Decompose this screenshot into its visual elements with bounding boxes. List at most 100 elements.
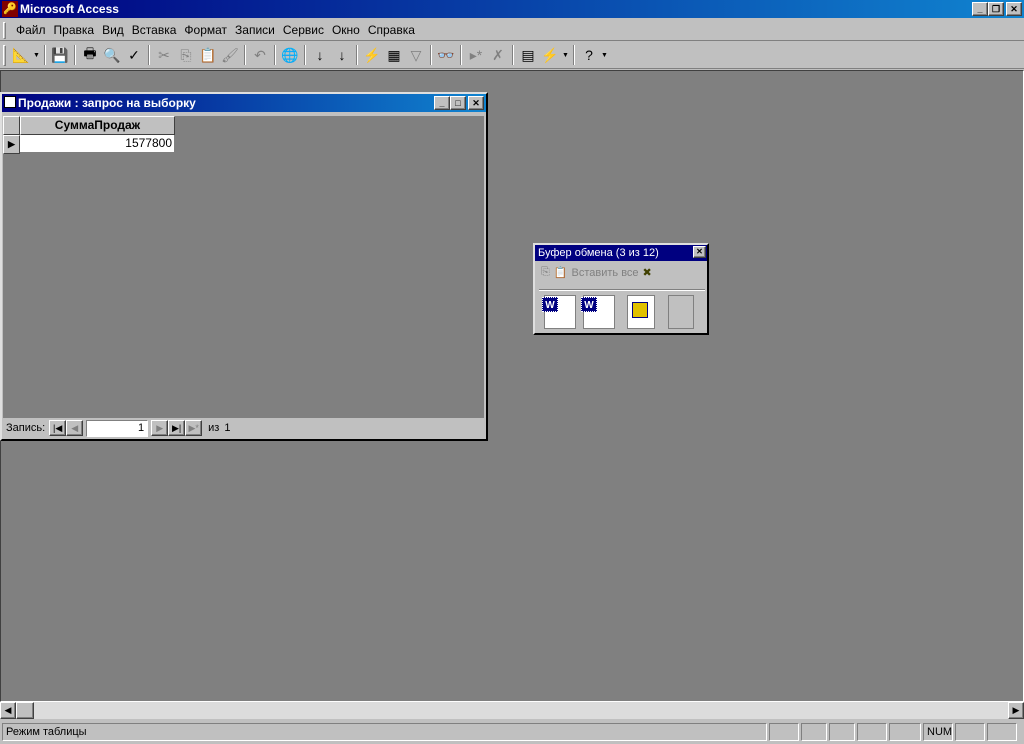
scroll-thumb[interactable]: [16, 702, 34, 719]
sort-descending-button[interactable]: ↓: [331, 44, 353, 66]
clipboard-title: Буфер обмена (3 из 12): [538, 247, 659, 259]
menu-grip[interactable]: [3, 22, 6, 39]
find-button[interactable]: 👓: [435, 44, 457, 66]
access-key-icon: 🔑: [2, 1, 18, 17]
menu-item-7[interactable]: Окно: [328, 23, 364, 37]
query-maximize-button[interactable]: □: [450, 96, 466, 110]
delete-record-button[interactable]: ✗: [487, 44, 509, 66]
last-record-button[interactable]: ▶|: [168, 420, 186, 436]
spelling-icon: ✓: [128, 46, 140, 63]
database-window-button[interactable]: ▤: [517, 44, 539, 66]
record-number-input[interactable]: 1: [86, 419, 149, 437]
close-button[interactable]: ✕: [1006, 2, 1022, 16]
dropdown-arrow-icon[interactable]: ▼: [561, 52, 570, 59]
toolbar-separator: [274, 45, 276, 65]
menu-item-8[interactable]: Справка: [364, 23, 419, 37]
record-total: 1: [224, 422, 231, 434]
clipboard-item-word[interactable]: W: [542, 295, 576, 329]
find-icon: 👓: [437, 46, 455, 63]
clipboard-close-button[interactable]: ✕: [693, 246, 706, 258]
previous-record-button[interactable]: ◀: [66, 420, 84, 436]
status-text: Режим таблицы: [2, 723, 767, 741]
restore-button[interactable]: ❐: [988, 2, 1004, 16]
menu-item-4[interactable]: Формат: [180, 23, 231, 37]
cut-icon: ✂: [158, 46, 170, 63]
copy-icon[interactable]: ⎘: [541, 266, 550, 279]
help-button[interactable]: ?: [578, 44, 600, 66]
select-all-corner[interactable]: [3, 116, 20, 135]
clear-clipboard-icon[interactable]: ✖: [643, 266, 652, 279]
toolbar-separator: [430, 45, 432, 65]
print-preview-icon: 🔍: [103, 46, 121, 63]
scroll-left-button[interactable]: ◀: [0, 702, 16, 719]
print-button[interactable]: 🖶: [79, 44, 101, 66]
minimize-button[interactable]: _: [972, 2, 988, 16]
hyperlink-icon: 🌐: [281, 46, 299, 63]
menu-item-1[interactable]: Правка: [50, 23, 99, 37]
query-window-title: Продажи : запрос на выборку: [18, 96, 196, 110]
next-record-button[interactable]: ▶: [151, 420, 169, 436]
help-icon: ?: [585, 47, 593, 63]
save-button[interactable]: 💾: [49, 44, 71, 66]
apply-filter-button[interactable]: ▽: [405, 44, 427, 66]
undo-button[interactable]: ↶: [249, 44, 271, 66]
sort-descending-icon: ↓: [338, 47, 346, 63]
status-bar: Режим таблицы NUM: [0, 721, 1024, 743]
new-record-button[interactable]: ▶*: [185, 420, 203, 436]
menu-item-6[interactable]: Сервис: [279, 23, 328, 37]
clipboard-item-access[interactable]: [627, 295, 655, 329]
status-pane: [955, 723, 985, 741]
status-pane: [889, 723, 921, 741]
save-icon: 💾: [51, 46, 69, 63]
menu-item-2[interactable]: Вид: [98, 23, 128, 37]
status-pane: [987, 723, 1017, 741]
record-navigation: Запись: |◀ ◀ 1 ▶ ▶| ▶* из 1: [3, 418, 484, 438]
undo-icon: ↶: [254, 46, 266, 63]
record-selector[interactable]: ▶: [3, 135, 20, 154]
dropdown-arrow-icon[interactable]: ▼: [600, 52, 609, 59]
status-pane: [857, 723, 887, 741]
delete-record-icon: ✗: [492, 46, 504, 63]
format-painter-icon: 🖌: [221, 46, 239, 63]
horizontal-scrollbar[interactable]: ◀ ▶: [0, 702, 1024, 719]
cut-button[interactable]: ✂: [153, 44, 175, 66]
query-close-button[interactable]: ✕: [468, 96, 484, 110]
toolbar-separator: [573, 45, 575, 65]
paste-icon: 📋: [199, 46, 217, 63]
new-object-button[interactable]: ⚡: [539, 44, 561, 66]
print-icon: 🖶: [83, 45, 97, 61]
dropdown-arrow-icon[interactable]: ▼: [32, 52, 41, 59]
sort-ascending-button[interactable]: ↓: [309, 44, 331, 66]
format-painter-button[interactable]: 🖌: [219, 44, 241, 66]
copy-button[interactable]: ⎘: [175, 44, 197, 66]
filter-by-form-button[interactable]: ▦: [383, 44, 405, 66]
status-pane: [769, 723, 799, 741]
first-record-button[interactable]: |◀: [49, 420, 67, 436]
menu-item-3[interactable]: Вставка: [128, 23, 181, 37]
print-preview-button[interactable]: 🔍: [101, 44, 123, 66]
clipboard-divider: [539, 289, 705, 291]
query-minimize-button[interactable]: _: [434, 96, 450, 110]
clipboard-item-word[interactable]: W: [581, 295, 615, 329]
filter-by-selection-button[interactable]: ⚡: [361, 44, 383, 66]
scroll-right-button[interactable]: ▶: [1008, 702, 1024, 719]
design-view-button[interactable]: 📐: [10, 44, 32, 66]
new-record-button[interactable]: ▸*: [465, 44, 487, 66]
new-record-icon: ▸*: [469, 46, 483, 63]
menu-item-0[interactable]: Файл: [12, 23, 50, 37]
toolbar-separator: [244, 45, 246, 65]
toolbar-separator: [148, 45, 150, 65]
copy-icon: ⎘: [180, 46, 192, 63]
menu-item-5[interactable]: Записи: [231, 23, 279, 37]
column-header[interactable]: СуммаПродаж: [20, 116, 175, 135]
query-window-title-bar: Продажи : запрос на выборку _ □ ✕: [2, 94, 486, 112]
toolbar-grip[interactable]: [3, 45, 6, 66]
design-view-icon: 📐: [12, 46, 30, 63]
clipboard-item-empty[interactable]: [668, 295, 694, 329]
spelling-button[interactable]: ✓: [123, 44, 145, 66]
menu-bar: Файл Правка Вид Вставка Формат Записи Сервис Ок…: [0, 20, 1024, 41]
paste-button[interactable]: 📋: [197, 44, 219, 66]
paste-all-button[interactable]: Вставить все: [572, 267, 639, 279]
data-cell[interactable]: 1577800: [20, 135, 175, 153]
hyperlink-button[interactable]: 🌐: [279, 44, 301, 66]
